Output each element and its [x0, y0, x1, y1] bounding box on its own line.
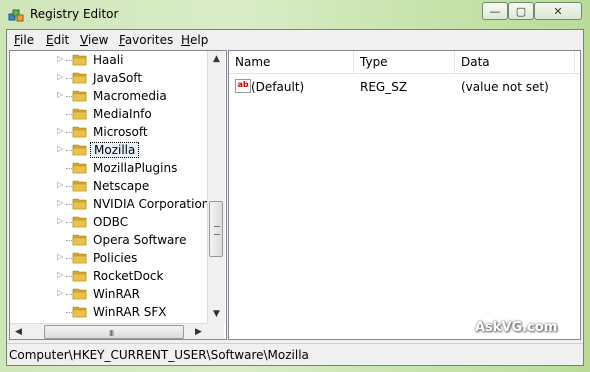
tree-item[interactable]: ▷ Macromedia	[10, 87, 210, 105]
expand-arrow-icon[interactable]: ▷	[57, 289, 65, 297]
list-header: Name Type Data	[229, 51, 580, 74]
value-type: REG_SZ	[360, 80, 408, 94]
folder-icon	[72, 270, 87, 282]
folder-icon	[72, 198, 87, 210]
scroll-grip-label: III	[109, 329, 114, 338]
tree-item[interactable]: ▷ NVIDIA Corporation	[10, 195, 210, 213]
list-item[interactable]: ab (Default) REG_SZ (value not set)	[229, 78, 580, 96]
tree-item-label: WinRAR SFX	[93, 305, 167, 319]
expand-arrow-icon[interactable]: ▷	[57, 127, 65, 135]
folder-icon	[72, 54, 87, 66]
menu-edit[interactable]: Edit	[46, 33, 69, 47]
folder-icon	[72, 234, 87, 246]
tree-item[interactable]: ▷ Netscape	[10, 177, 210, 195]
folder-icon	[72, 306, 87, 318]
expand-arrow-icon[interactable]: ▷	[57, 217, 65, 225]
menu-view[interactable]: View	[80, 33, 108, 47]
value-name: (Default)	[251, 80, 305, 94]
tree-item-label: ODBC	[93, 215, 129, 229]
registry-key-tree[interactable]: ▷ Haali ▷ JavaSoft ▷ Macromedia MediaInfo ▷ Micr…	[9, 50, 227, 340]
tree-item[interactable]: ▷ Haali	[10, 51, 210, 69]
registry-values-list[interactable]: Name Type Data ab (Default) REG_SZ (valu…	[228, 50, 581, 340]
expand-arrow-icon[interactable]: ▷	[57, 271, 65, 279]
tree-item[interactable]: ▷ Policies	[10, 249, 210, 267]
tree-item[interactable]: ▷ JavaSoft	[10, 69, 210, 87]
value-data: (value not set)	[461, 80, 549, 94]
horizontal-scroll-thumb[interactable]: III	[44, 325, 184, 339]
tree-item-label: Policies	[93, 251, 138, 265]
tree-item-label: Microsoft	[93, 125, 148, 139]
tree-item-label: Netscape	[93, 179, 150, 193]
tree-item-label: Haali	[93, 53, 124, 67]
expand-arrow-icon[interactable]: ▷	[57, 55, 65, 63]
scrollbar-corner	[207, 323, 224, 339]
folder-icon	[72, 108, 87, 120]
folder-icon	[72, 288, 87, 300]
tree-vertical-scrollbar[interactable]: ▲ ▼	[207, 51, 225, 323]
menu-file[interactable]: File	[14, 33, 34, 47]
scroll-down-icon[interactable]: ▼	[208, 306, 225, 323]
tree-item-label: MediaInfo	[93, 107, 152, 121]
string-value-icon: ab	[235, 79, 251, 93]
column-header-data[interactable]: Data	[455, 51, 575, 73]
tree-item[interactable]: ▷ WinRAR	[10, 285, 210, 303]
tree-item-label: Opera Software	[93, 233, 187, 247]
expand-arrow-icon[interactable]: ▷	[57, 73, 65, 81]
watermark: AskVG.com	[475, 320, 558, 335]
vertical-scroll-thumb[interactable]	[209, 201, 223, 257]
menu-help[interactable]: Help	[181, 33, 208, 47]
tree-item[interactable]: MediaInfo	[10, 105, 210, 123]
close-icon: ✕	[553, 4, 563, 18]
scroll-up-icon[interactable]: ▲	[208, 51, 225, 68]
tree-item[interactable]: MozillaPlugins	[10, 159, 210, 177]
scroll-right-icon[interactable]: ▶	[190, 324, 207, 339]
menu-bar: File Edit View Favorites Help	[7, 30, 583, 50]
registry-editor-icon	[8, 9, 24, 22]
tree-item-label: Macromedia	[93, 89, 167, 103]
folder-icon	[72, 180, 87, 192]
column-header-name[interactable]: Name	[229, 51, 354, 73]
tree-item[interactable]: Opera Software	[10, 231, 210, 249]
scroll-grip-icon	[214, 226, 220, 235]
folder-icon	[72, 144, 87, 156]
folder-icon	[72, 252, 87, 264]
status-bar: Computer\HKEY_CURRENT_USER\Software\Mozi…	[7, 343, 583, 366]
folder-icon	[72, 162, 87, 174]
title-bar[interactable]: Registry Editor — ▢ ✕	[0, 0, 590, 30]
scroll-left-icon[interactable]: ◀	[10, 324, 27, 339]
folder-icon	[72, 126, 87, 138]
column-header-type[interactable]: Type	[354, 51, 455, 73]
tree-item[interactable]: ▷ RocketDock	[10, 267, 210, 285]
tree-item[interactable]: ▷ Mozilla	[10, 141, 210, 159]
status-path: Computer\HKEY_CURRENT_USER\Software\Mozi…	[9, 348, 309, 362]
expand-arrow-icon[interactable]: ▷	[57, 253, 65, 261]
folder-icon	[72, 216, 87, 228]
tree-item-label: NVIDIA Corporation	[93, 197, 210, 211]
tree-item-label: JavaSoft	[93, 71, 143, 85]
registry-editor-window: Registry Editor — ▢ ✕ File Edit View Fav…	[0, 0, 590, 372]
expand-arrow-icon[interactable]: ▷	[57, 199, 65, 207]
main-content: ▷ Haali ▷ JavaSoft ▷ Macromedia MediaInfo ▷ Micr…	[7, 49, 583, 343]
tree-item[interactable]: ▷ ODBC	[10, 213, 210, 231]
folder-icon	[72, 72, 87, 84]
maximize-button[interactable]: ▢	[508, 2, 534, 20]
close-button[interactable]: ✕	[534, 2, 582, 20]
tree-item-label: MozillaPlugins	[93, 161, 178, 175]
minimize-button[interactable]: —	[482, 2, 508, 20]
minimize-icon: —	[489, 4, 501, 18]
expand-arrow-icon[interactable]: ▷	[57, 181, 65, 189]
menu-favorites[interactable]: Favorites	[119, 33, 173, 47]
maximize-icon: ▢	[515, 4, 527, 18]
folder-icon	[72, 90, 87, 102]
expand-arrow-icon[interactable]: ▷	[57, 91, 65, 99]
window-title: Registry Editor	[30, 7, 119, 21]
tree-horizontal-scrollbar[interactable]: ◀ III ▶	[10, 323, 207, 339]
expand-arrow-icon[interactable]: ▷	[57, 145, 65, 153]
tree-item[interactable]: WinRAR SFX	[10, 303, 210, 321]
tree-item[interactable]: ▷ Microsoft	[10, 123, 210, 141]
tree-item-label: WinRAR	[93, 287, 140, 301]
tree-item-label: RocketDock	[93, 269, 164, 283]
tree-item-label: Mozilla	[90, 142, 140, 158]
